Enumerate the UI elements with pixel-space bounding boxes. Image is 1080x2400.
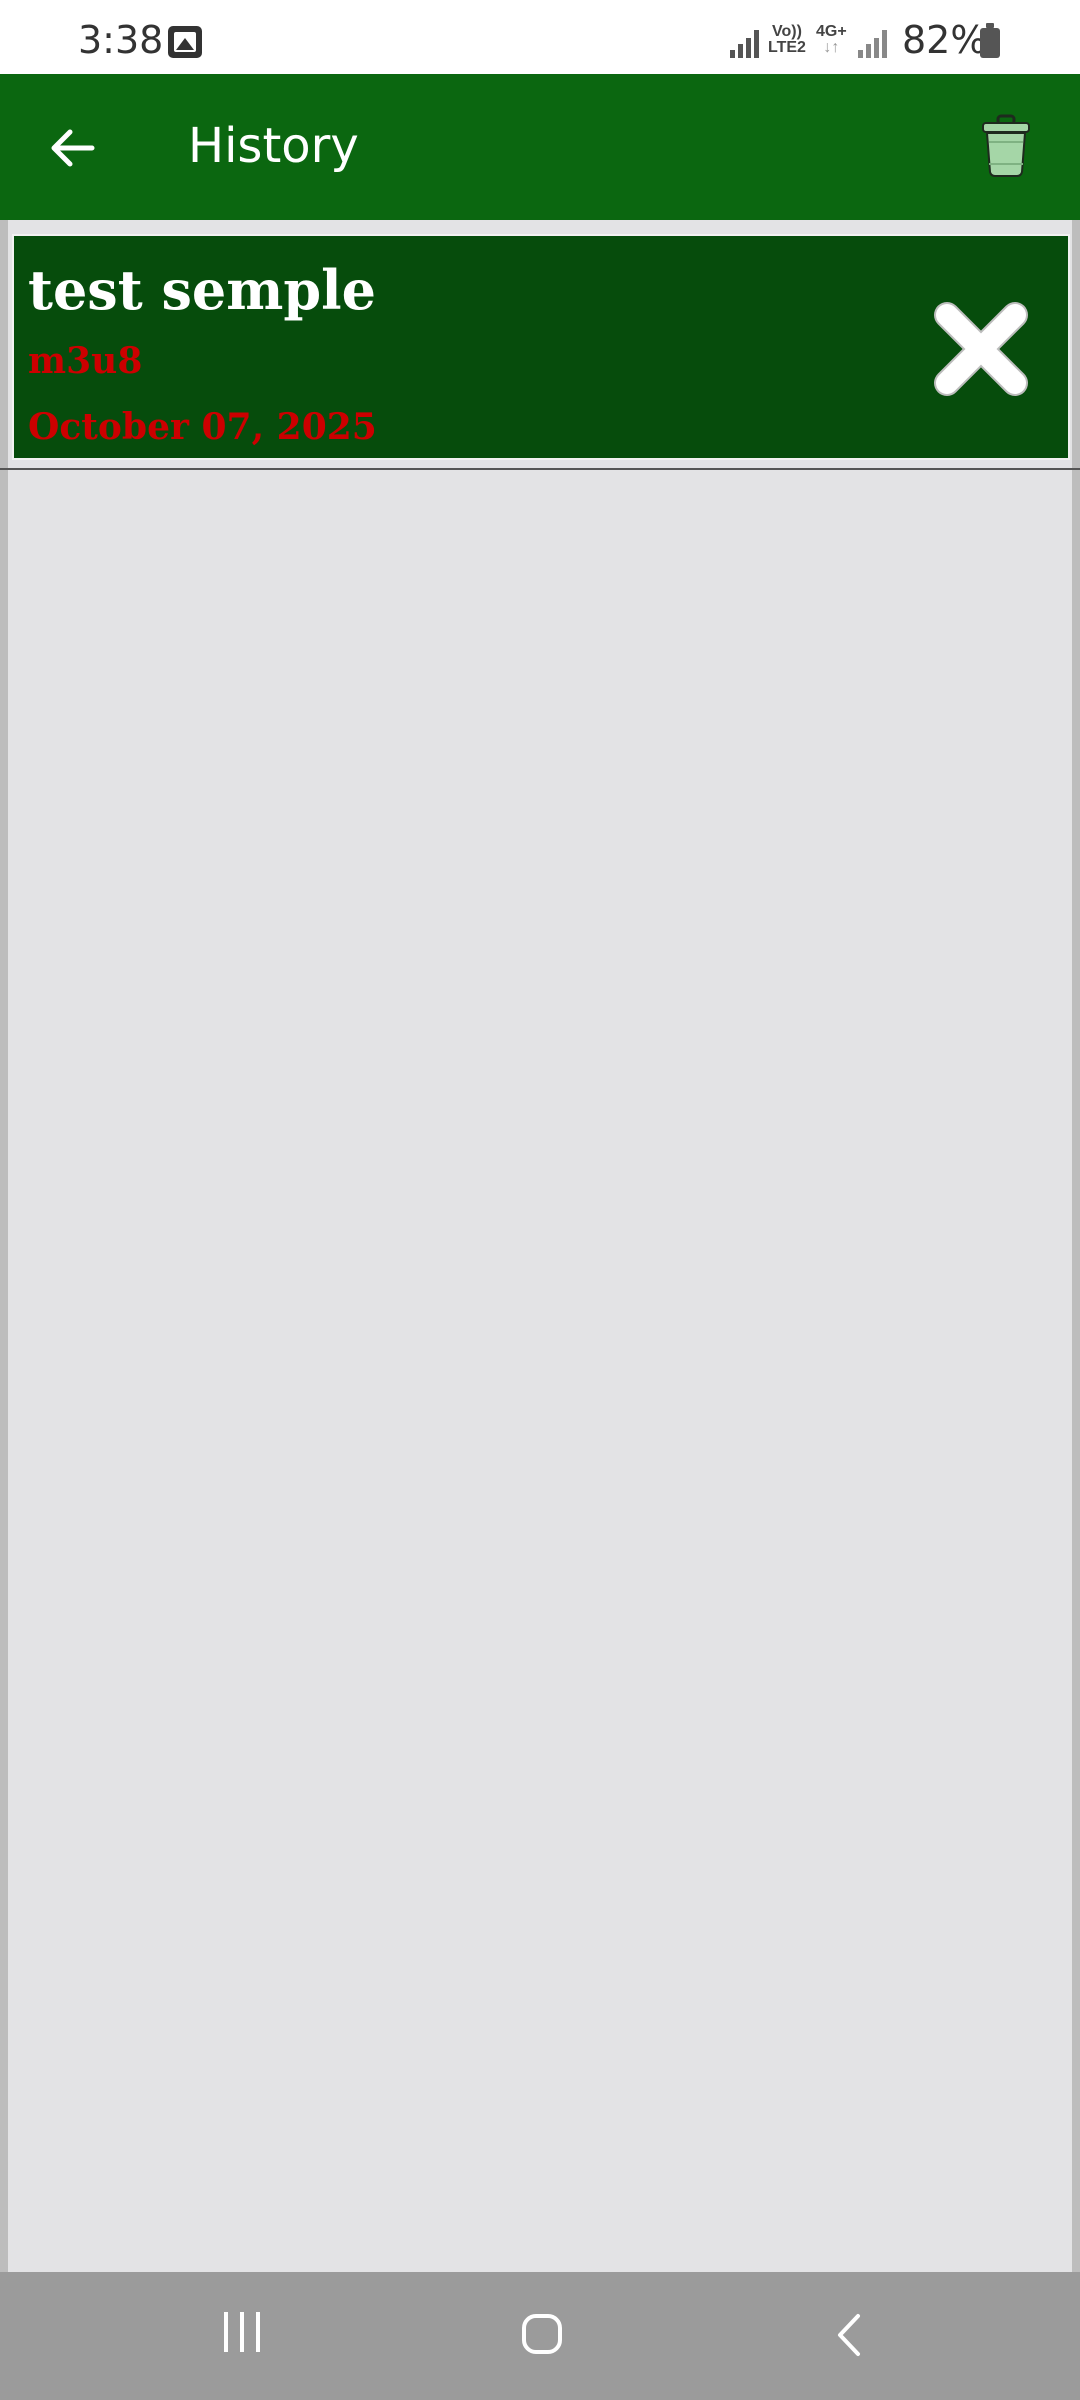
app-bar: History: [0, 74, 1080, 220]
data-arrows-icon: ↓↑: [823, 39, 840, 56]
trash-icon: [982, 114, 1030, 177]
history-item-type: m3u8: [28, 340, 143, 382]
clear-history-button[interactable]: [966, 106, 1046, 186]
list-divider: [0, 468, 1080, 470]
history-item-date: October 07, 2025: [28, 406, 377, 448]
battery-percent: 82%: [902, 18, 987, 62]
recents-button[interactable]: [222, 2312, 264, 2356]
close-icon: [934, 302, 1028, 396]
battery-icon: [980, 23, 1000, 58]
recents-icon: [224, 2312, 228, 2352]
status-bar: 3:38 Vo)) LTE2 4G+ ↓↑ 82%: [0, 0, 1080, 74]
volte-label: Vo)): [772, 23, 802, 40]
system-back-button[interactable]: [830, 2312, 870, 2358]
network-type-indicator: 4G+ ↓↑: [816, 24, 847, 56]
status-time: 3:38: [78, 18, 164, 62]
arrow-left-icon: [51, 129, 95, 167]
home-button[interactable]: [522, 2314, 562, 2354]
history-item[interactable]: test semple m3u8 October 07, 2025: [12, 234, 1070, 460]
content-edge-right: [1072, 220, 1080, 2272]
system-navigation-bar: [0, 2272, 1080, 2400]
page-title: History: [188, 118, 359, 174]
signal-strength-icon: [730, 28, 760, 58]
lte-label: LTE2: [768, 39, 806, 56]
delete-item-button[interactable]: [926, 294, 1036, 404]
chevron-left-icon: [838, 2314, 860, 2356]
network-type-label: 4G+: [816, 23, 847, 40]
history-list[interactable]: test semple m3u8 October 07, 2025: [8, 220, 1072, 2272]
content-edge-left: [0, 220, 8, 2272]
history-item-title: test semple: [28, 258, 376, 322]
back-button[interactable]: [30, 108, 114, 188]
volte-indicator: Vo)) LTE2: [768, 24, 806, 56]
gallery-notification-icon: [168, 26, 202, 58]
signal-strength-2-icon: [858, 28, 888, 58]
